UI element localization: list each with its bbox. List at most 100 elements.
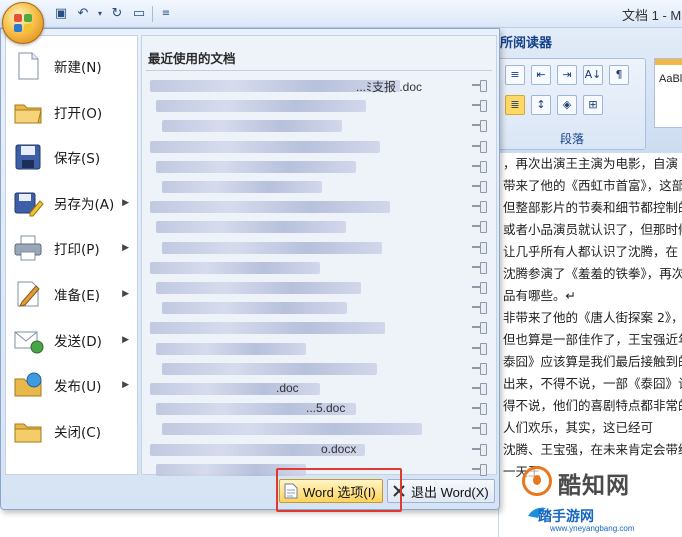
document-text-line: ，再次出演王主演为电影，自演 — [503, 156, 679, 171]
office-menu: 新建(N) 打开(O) 保存(S) 另存为(A) ▶ 打印(P) ▶ 准备(E) ▶ 发送(D) ▶… — [0, 28, 500, 510]
obscured-filename — [156, 100, 366, 113]
recent-document-item[interactable]: ...ﾐ支报 .doc — [146, 76, 490, 96]
pin-icon[interactable] — [472, 321, 488, 335]
menu-item-open-folder[interactable]: 打开(O) — [6, 90, 137, 134]
increase-indent-icon[interactable]: ⇥ — [557, 65, 577, 85]
pin-icon[interactable] — [472, 301, 488, 315]
menu-item-label: 关闭(C) — [54, 424, 101, 441]
recent-document-item[interactable]: .doc — [146, 379, 490, 399]
obscured-filename — [156, 463, 306, 476]
menu-item-printer[interactable]: 打印(P) ▶ — [6, 226, 137, 270]
pin-icon[interactable] — [472, 382, 488, 395]
submenu-arrow-icon: ▶ — [122, 289, 129, 299]
sort-icon[interactable]: A↓ — [583, 65, 603, 85]
obscured-filename — [150, 322, 385, 335]
obscured-filename — [162, 120, 342, 133]
pin-icon[interactable] — [472, 200, 488, 214]
recent-document-item[interactable] — [146, 339, 490, 359]
show-marks-icon[interactable]: ¶ — [609, 65, 629, 85]
recent-document-item[interactable] — [146, 419, 490, 439]
recent-document-item[interactable] — [146, 157, 490, 177]
menu-item-prepare[interactable]: 准备(E) ▶ — [6, 272, 137, 316]
pin-icon[interactable] — [472, 140, 488, 153]
pin-icon[interactable] — [472, 99, 488, 113]
document-text-line: 沈腾参演了《羞羞的铁拳》，再次让 — [503, 266, 682, 281]
pin-icon[interactable] — [472, 160, 488, 173]
recent-document-item[interactable] — [146, 96, 490, 116]
recent-document-item[interactable] — [146, 298, 490, 318]
align-list-icon[interactable]: ≡ — [505, 65, 525, 85]
obscured-filename — [150, 201, 390, 214]
recent-document-item[interactable] — [146, 217, 490, 237]
print-preview-icon[interactable]: ▭ — [130, 5, 148, 23]
undo-icon[interactable]: ↶ — [74, 5, 92, 23]
pin-icon[interactable] — [472, 119, 488, 133]
recent-document-item[interactable] — [146, 359, 490, 379]
recent-document-item[interactable] — [146, 137, 490, 157]
pin-icon[interactable] — [472, 241, 488, 254]
customize-icon[interactable]: ≡ — [157, 5, 175, 23]
obscured-filename — [156, 342, 306, 355]
recent-document-item[interactable] — [146, 258, 490, 278]
pin-icon[interactable] — [472, 180, 488, 193]
line-spacing-icon[interactable]: ↕ — [531, 95, 551, 115]
pin-icon[interactable] — [472, 261, 488, 274]
recent-divider — [146, 70, 492, 71]
recent-document-name: ...ﾐ支报 .doc — [356, 80, 423, 94]
obscured-filename — [162, 302, 347, 315]
pin-icon[interactable] — [472, 342, 488, 355]
recent-documents-panel: 最近使用的文档 ...ﾐ支报 .doc .doc ...5.doc o.docx — [141, 35, 497, 476]
ribbon-tab-reader[interactable]: 所阅读器 — [500, 32, 552, 51]
document-text-line: 非带来了他的《唐人街探案 2》，这 — [503, 310, 682, 325]
send-icon — [12, 324, 44, 356]
pin-icon[interactable] — [472, 463, 488, 476]
menu-item-publish[interactable]: 发布(U) ▶ — [6, 363, 137, 407]
menu-item-label: 另存为(A) — [54, 196, 115, 213]
menu-item-send[interactable]: 发送(D) ▶ — [6, 318, 137, 362]
justify-icon[interactable]: ≣ — [505, 95, 525, 115]
menu-item-label: 保存(S) — [54, 151, 101, 168]
close-folder-icon — [12, 415, 44, 447]
prepare-icon — [12, 278, 44, 310]
menu-item-label: 新建(N) — [54, 60, 102, 76]
document-text-line: 让几乎所有人都认识了沈腾，在《最 — [503, 244, 682, 259]
shading-icon[interactable]: ◈ — [557, 95, 577, 115]
paragraph-group-label: 段落 — [559, 132, 584, 146]
pin-icon[interactable] — [472, 362, 488, 375]
recent-document-item[interactable] — [146, 278, 490, 298]
styles-preview[interactable]: AaBl — [654, 58, 682, 128]
menu-item-save[interactable]: 保存(S) — [6, 135, 137, 179]
document-text-line: 但也算是一部佳作了，王宝强近年 — [503, 332, 682, 347]
recent-document-item[interactable] — [146, 318, 490, 338]
office-button[interactable] — [2, 2, 44, 44]
recent-document-item[interactable] — [146, 238, 490, 258]
pin-icon[interactable] — [472, 79, 488, 92]
open-folder-icon — [12, 96, 44, 128]
exit-word-button[interactable]: 退出 Word(X) — [387, 479, 495, 503]
pin-icon[interactable] — [472, 422, 488, 436]
pin-icon[interactable] — [472, 443, 488, 456]
dropdown-icon[interactable]: ▾ — [96, 5, 104, 23]
pin-icon[interactable] — [472, 220, 488, 234]
word-options-button[interactable]: Word 选项(I) — [279, 479, 383, 503]
menu-item-label: 发布(U) — [54, 379, 102, 396]
exit-word-label: 退出 Word(X) — [411, 484, 489, 500]
redo-icon[interactable]: ↻ — [108, 5, 126, 23]
recent-document-item[interactable]: o.docx — [146, 440, 490, 460]
decrease-indent-icon[interactable]: ⇤ — [531, 65, 551, 85]
pin-icon[interactable] — [472, 402, 488, 416]
recent-document-item[interactable] — [146, 116, 490, 136]
submenu-arrow-icon: ▶ — [122, 334, 129, 345]
menu-item-save-as[interactable]: 另存为(A) ▶ — [6, 181, 137, 225]
obscured-filename — [156, 160, 356, 173]
borders-icon[interactable]: ⊞ — [583, 95, 603, 115]
menu-item-close-folder[interactable]: 关闭(C) — [6, 409, 137, 453]
menu-item-new-document[interactable]: 新建(N) — [6, 44, 137, 88]
recent-document-item[interactable]: ...5.doc — [146, 399, 490, 419]
save-icon — [12, 141, 44, 173]
pin-icon[interactable] — [472, 281, 488, 294]
recent-document-item[interactable] — [146, 177, 490, 197]
save-icon[interactable]: ▣ — [52, 5, 70, 23]
menu-item-label: 打开(O) — [54, 105, 103, 122]
recent-document-item[interactable] — [146, 197, 490, 217]
